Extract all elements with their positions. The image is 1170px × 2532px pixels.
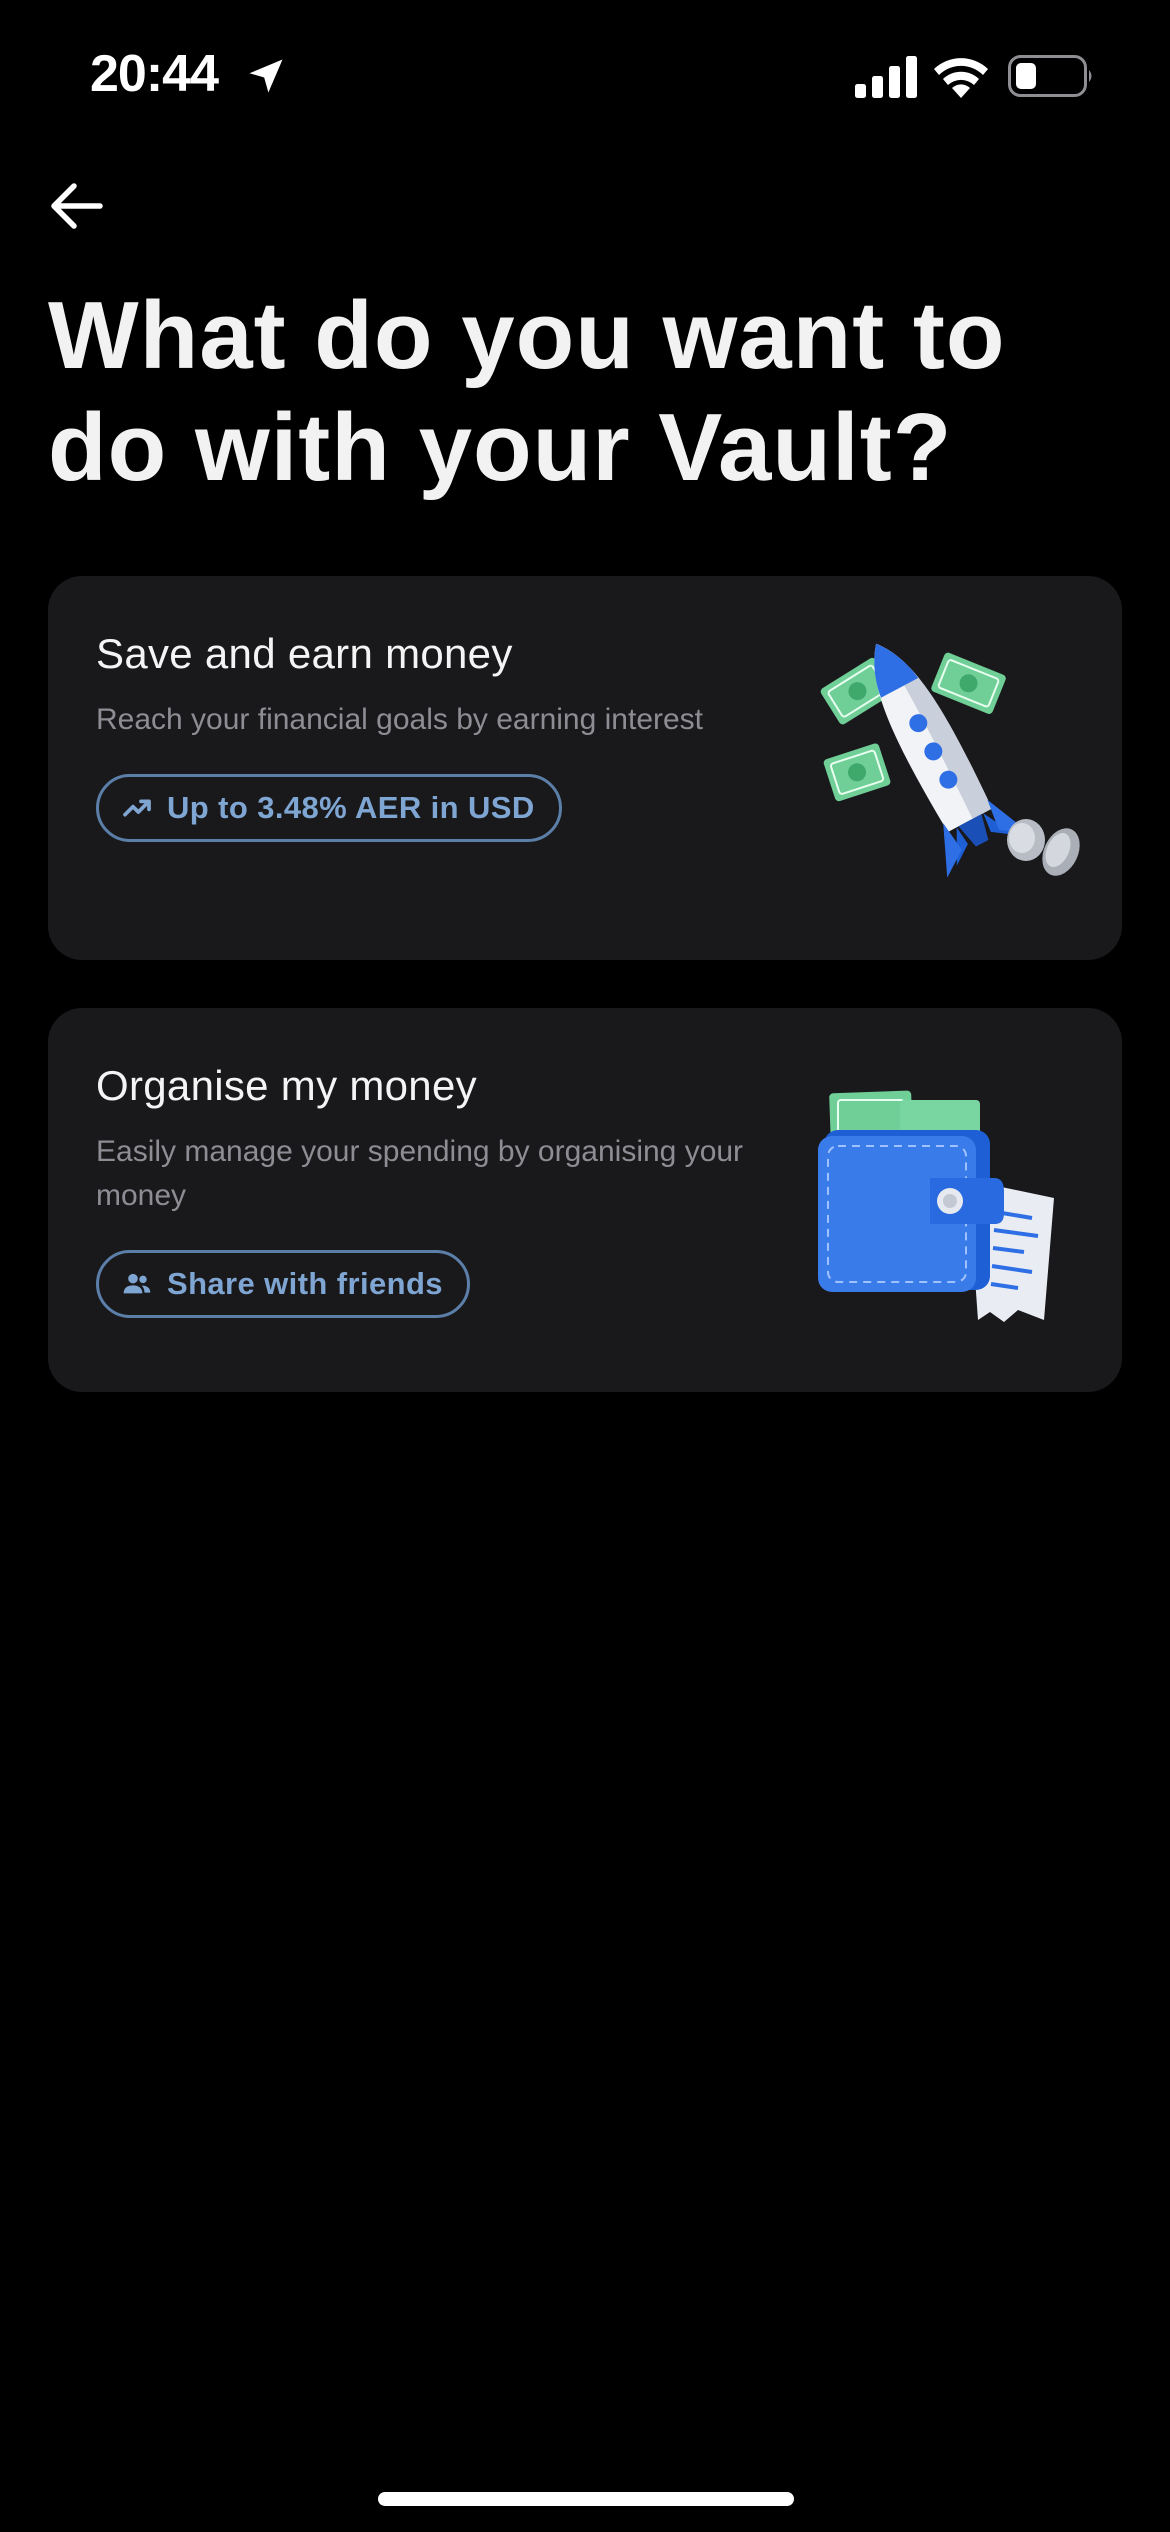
arrow-left-icon — [51, 183, 103, 229]
cellular-signal-icon — [855, 56, 917, 98]
trending-up-icon — [123, 799, 151, 817]
page-title: What do you want to do with your Vault? — [48, 282, 1006, 501]
interest-rate-label: Up to 3.48% AER in USD — [167, 790, 535, 825]
card-description: Easily manage your spending by organisin… — [96, 1135, 744, 1212]
card-title: Organise my money — [96, 1062, 477, 1109]
wifi-icon — [934, 58, 988, 98]
interest-rate-pill[interactable]: Up to 3.48% AER in USD — [96, 774, 562, 842]
option-card-organise-money[interactable]: Organise my money Easily manage your spe… — [48, 1008, 1122, 1392]
share-with-friends-label: Share with friends — [167, 1266, 443, 1301]
people-icon — [123, 1273, 151, 1294]
card-title: Save and earn money — [96, 630, 513, 677]
wallet-with-receipt-illustration — [818, 1090, 1054, 1322]
option-card-save-and-earn[interactable]: Save and earn money Reach your financial… — [48, 576, 1122, 960]
card-description: Reach your financial goals by earning in… — [96, 703, 704, 736]
status-time: 20:44 — [90, 45, 219, 103]
status-bar: 20:44 — [0, 0, 1170, 150]
back-button[interactable] — [40, 170, 112, 242]
location-arrow-icon — [249, 59, 283, 93]
share-with-friends-pill[interactable]: Share with friends — [96, 1250, 470, 1318]
home-indicator[interactable] — [378, 2492, 794, 2506]
battery-icon — [1008, 55, 1092, 97]
rocket-with-money-illustration — [820, 643, 1080, 878]
